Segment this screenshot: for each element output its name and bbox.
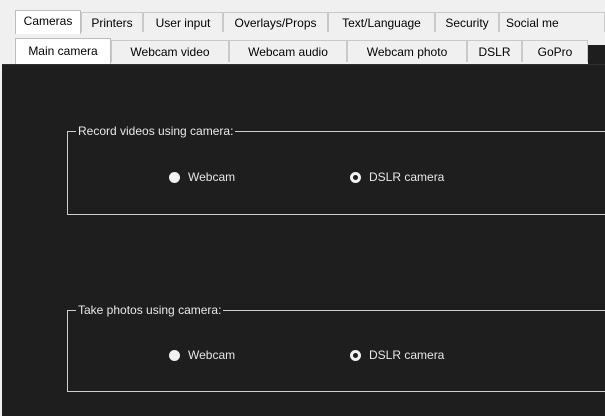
take-photos-legend: Take photos using camera: — [76, 302, 224, 318]
tab-dslr[interactable]: DSLR — [467, 40, 522, 62]
take-photos-group: Take photos using camera: Webcam DSLR ca… — [67, 302, 605, 392]
photo-webcam-label: Webcam — [188, 348, 236, 362]
tab-text-language[interactable]: Text/Language — [328, 12, 435, 32]
tab-webcam-video[interactable]: Webcam video — [111, 40, 229, 62]
tab-security[interactable]: Security — [435, 12, 499, 32]
tab-main-camera[interactable]: Main camera — [15, 38, 111, 64]
tab-webcam-audio[interactable]: Webcam audio — [229, 40, 347, 62]
record-webcam-radio[interactable]: Webcam — [169, 170, 235, 184]
tab-overlays-props[interactable]: Overlays/Props — [223, 12, 328, 32]
tab-overflow-area — [588, 45, 605, 64]
tab-printers[interactable]: Printers — [81, 12, 143, 32]
tab-cameras[interactable]: Cameras — [15, 10, 81, 34]
radio-selected-indicator — [169, 171, 180, 183]
photo-dslr-radio[interactable]: DSLR camera — [350, 348, 444, 362]
radio-unselected-indicator — [350, 349, 361, 361]
tab-social-media[interactable]: Social me — [499, 12, 605, 32]
photo-webcam-radio[interactable]: Webcam — [169, 348, 235, 362]
radio-selected-indicator — [169, 349, 180, 361]
record-dslr-label: DSLR camera — [369, 170, 445, 184]
record-videos-legend: Record videos using camera: — [76, 123, 236, 139]
record-dslr-radio[interactable]: DSLR camera — [350, 170, 444, 184]
record-webcam-label: Webcam — [188, 170, 236, 184]
tab-webcam-photo[interactable]: Webcam photo — [347, 40, 467, 62]
tab-user-input[interactable]: User input — [143, 12, 223, 32]
radio-unselected-indicator — [350, 171, 361, 183]
tab-gopro[interactable]: GoPro — [522, 40, 588, 62]
record-videos-group: Record videos using camera: Webcam DSLR … — [67, 123, 605, 215]
photo-dslr-label: DSLR camera — [369, 348, 445, 362]
